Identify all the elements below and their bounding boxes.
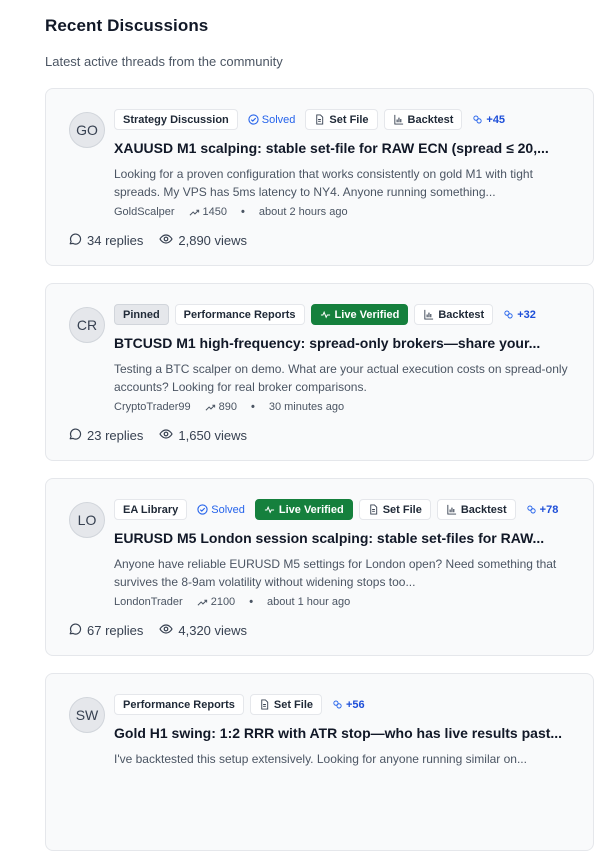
live-verified-badge[interactable]: Live Verified bbox=[310, 304, 409, 325]
check-circle-icon bbox=[197, 504, 208, 515]
tag-row: Pinned Performance Reports Live Verified Ba… bbox=[114, 304, 540, 325]
category-tag[interactable]: Performance Reports bbox=[174, 304, 305, 325]
bar-chart-icon bbox=[393, 114, 404, 125]
reputation: 890 bbox=[205, 401, 237, 413]
link-icon bbox=[526, 504, 537, 515]
file-icon bbox=[368, 504, 379, 515]
thread-title[interactable]: XAUUSD M1 scalping: stable set-file for … bbox=[114, 140, 574, 156]
author-name[interactable]: CryptoTrader99 bbox=[114, 401, 191, 413]
tag-row: EA Library Solved Live Verified Set File Bac… bbox=[114, 499, 562, 520]
views-count: 1,650 views bbox=[159, 427, 247, 444]
views-count: 4,320 views bbox=[159, 622, 247, 639]
timestamp: 30 minutes ago bbox=[268, 401, 345, 413]
thread-stats: 34 replies 2,890 views bbox=[68, 232, 247, 249]
thread-excerpt: Anyone have reliable EURUSD M5 settings … bbox=[114, 557, 557, 589]
link-icon bbox=[332, 699, 343, 710]
file-icon bbox=[314, 114, 325, 125]
activity-icon bbox=[264, 504, 275, 515]
bar-chart-icon bbox=[446, 504, 457, 515]
thread-title[interactable]: EURUSD M5 London session scalping: stabl… bbox=[114, 530, 574, 546]
thread-stats: 23 replies 1,650 views bbox=[68, 427, 247, 444]
timestamp: about 1 hour ago bbox=[267, 596, 351, 608]
tag-row: Performance Reports Set File +56 bbox=[114, 694, 369, 715]
avatar[interactable]: LO bbox=[69, 502, 105, 538]
eye-icon bbox=[159, 622, 174, 639]
avatar[interactable]: CR bbox=[69, 307, 105, 343]
backtest-tag[interactable]: Backtest bbox=[436, 499, 516, 520]
separator-dot: • bbox=[249, 596, 254, 608]
live-verified-badge[interactable]: Live Verified bbox=[254, 499, 353, 520]
message-icon bbox=[68, 427, 82, 444]
timestamp: about 2 hours ago bbox=[258, 206, 348, 218]
thread-meta: GoldScalper 1450 • about 2 hours ago bbox=[114, 206, 348, 218]
separator-dot: • bbox=[241, 206, 245, 218]
trending-up-icon bbox=[197, 597, 208, 608]
thread-excerpt: Testing a BTC scalper on demo. What are … bbox=[114, 362, 568, 394]
thread-excerpt: Looking for a proven configuration that … bbox=[114, 167, 533, 199]
replies-count: 34 replies bbox=[68, 232, 143, 249]
section-title: Recent Discussions bbox=[45, 16, 209, 35]
backtest-tag[interactable]: Backtest bbox=[383, 109, 463, 130]
thread-card[interactable]: LO EA Library Solved Live Verified Set File… bbox=[45, 478, 594, 656]
backtest-tag[interactable]: Backtest bbox=[414, 304, 494, 325]
link-icon bbox=[503, 309, 514, 320]
attachments-count[interactable]: +78 bbox=[522, 499, 563, 520]
attachments-count[interactable]: +32 bbox=[499, 304, 540, 325]
link-icon bbox=[472, 114, 483, 125]
separator-dot: • bbox=[250, 401, 255, 413]
thread-title[interactable]: Gold H1 swing: 1:2 RRR with ATR stop—who… bbox=[114, 725, 574, 741]
attachments-count[interactable]: +56 bbox=[328, 694, 369, 715]
bar-chart-icon bbox=[423, 309, 434, 320]
author-name[interactable]: LondonTrader bbox=[114, 596, 183, 608]
eye-icon bbox=[159, 427, 174, 444]
reputation: 1450 bbox=[189, 206, 227, 218]
thread-card[interactable]: GO Strategy Discussion Solved Set File Back… bbox=[45, 88, 594, 266]
eye-icon bbox=[159, 232, 174, 249]
message-icon bbox=[68, 622, 82, 639]
check-circle-icon bbox=[248, 114, 259, 125]
thread-stats: 67 replies 4,320 views bbox=[68, 622, 247, 639]
tag-row: Strategy Discussion Solved Set File Backtes… bbox=[114, 109, 509, 130]
thread-card[interactable]: CR Pinned Performance Reports Live Verifie… bbox=[45, 283, 594, 461]
avatar[interactable]: GO bbox=[69, 112, 105, 148]
thread-meta: CryptoTrader99 890 • 30 minutes ago bbox=[114, 401, 344, 413]
replies-count: 67 replies bbox=[68, 622, 143, 639]
pinned-badge[interactable]: Pinned bbox=[114, 304, 169, 325]
set-file-tag[interactable]: Set File bbox=[358, 499, 431, 520]
views-count: 2,890 views bbox=[159, 232, 247, 249]
attachments-count[interactable]: +45 bbox=[468, 109, 509, 130]
thread-title[interactable]: BTCUSD M1 high-frequency: spread-only br… bbox=[114, 335, 574, 351]
thread-excerpt: I've backtested this setup extensively. … bbox=[114, 752, 527, 766]
thread-card[interactable]: SW Performance Reports Set File +56 Gold H… bbox=[45, 673, 594, 851]
set-file-tag[interactable]: Set File bbox=[249, 694, 322, 715]
solved-tag[interactable]: Solved bbox=[193, 499, 249, 520]
trending-up-icon bbox=[205, 402, 216, 413]
section-subtitle: Latest active threads from the community bbox=[45, 54, 283, 69]
trending-up-icon bbox=[189, 207, 200, 218]
activity-icon bbox=[320, 309, 331, 320]
file-icon bbox=[259, 699, 270, 710]
category-tag[interactable]: Performance Reports bbox=[114, 694, 244, 715]
category-tag[interactable]: EA Library bbox=[114, 499, 188, 520]
replies-count: 23 replies bbox=[68, 427, 143, 444]
section-header: Recent Discussions Latest active threads… bbox=[45, 16, 283, 69]
solved-tag[interactable]: Solved bbox=[244, 109, 300, 130]
avatar[interactable]: SW bbox=[69, 697, 105, 733]
author-name[interactable]: GoldScalper bbox=[114, 206, 175, 218]
reputation: 2100 bbox=[197, 596, 235, 608]
message-icon bbox=[68, 232, 82, 249]
set-file-tag[interactable]: Set File bbox=[305, 109, 378, 130]
category-tag[interactable]: Strategy Discussion bbox=[114, 109, 238, 130]
thread-meta: LondonTrader 2100 • about 1 hour ago bbox=[114, 596, 350, 608]
